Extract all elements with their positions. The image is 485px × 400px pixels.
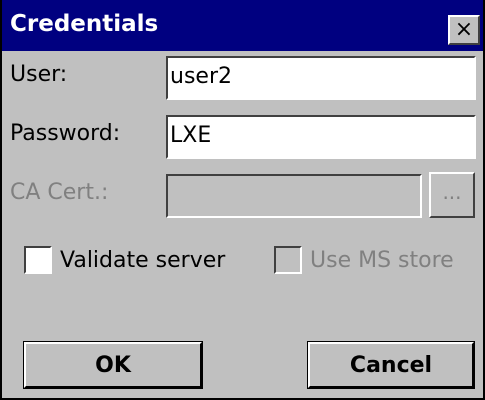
close-icon: × [454,17,474,42]
validate-server-row[interactable]: Validate server [24,246,225,274]
title-bar: Credentials × [2,0,483,51]
user-label: User: [10,62,68,87]
close-button[interactable]: × [448,15,480,45]
user-field[interactable]: user2 [166,56,476,100]
dialog-title: Credentials [10,11,159,37]
credentials-dialog: Credentials × User: user2 Password: LXE … [0,0,485,400]
use-ms-store-label: Use MS store [310,247,454,273]
password-field[interactable]: LXE [166,115,476,159]
browse-button: ... [429,172,475,218]
validate-server-label: Validate server [60,247,226,273]
use-ms-store-checkbox [274,246,302,274]
ca-cert-field [166,174,422,218]
validate-server-checkbox[interactable] [24,246,52,274]
cancel-button[interactable]: Cancel [307,341,475,389]
ok-button[interactable]: OK [23,341,203,389]
ca-cert-label: CA Cert.: [10,180,109,205]
password-label: Password: [10,121,121,146]
use-ms-store-row: Use MS store [274,246,454,274]
